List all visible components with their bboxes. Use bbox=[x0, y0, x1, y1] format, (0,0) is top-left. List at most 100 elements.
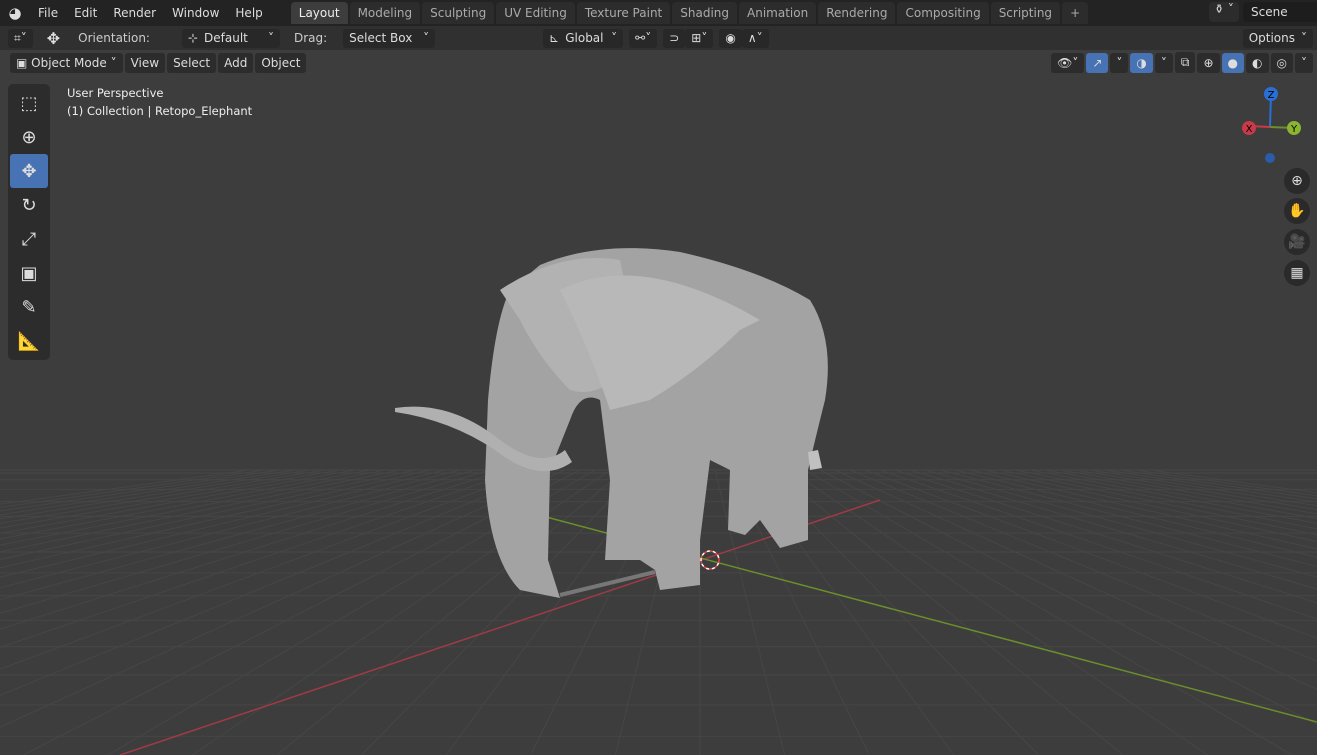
rotate-tool-icon[interactable]: ↻ bbox=[10, 188, 48, 222]
tab-shading[interactable]: Shading bbox=[672, 2, 737, 24]
navigation-gizmo[interactable]: Z Y X bbox=[1242, 87, 1301, 163]
rendered-shading-icon[interactable]: ◎ bbox=[1270, 52, 1293, 73]
menu-view[interactable]: View bbox=[124, 52, 166, 73]
gizmo-dropdown[interactable]: ˅ bbox=[1110, 52, 1129, 73]
grid-line bbox=[0, 469, 401, 553]
tab-texture-paint[interactable]: Texture Paint bbox=[576, 2, 671, 24]
drag-dropdown[interactable]: Select Box ˅ bbox=[343, 28, 436, 48]
move-tool-icon: ✥ bbox=[46, 28, 61, 48]
select-box-tool-icon[interactable]: ⬚ bbox=[10, 86, 48, 120]
active-object-info: (1) Collection | Retopo_Elephant bbox=[67, 104, 253, 118]
menu-window[interactable]: Window bbox=[164, 6, 227, 20]
menu-select[interactable]: Select bbox=[167, 52, 217, 73]
grid-line bbox=[0, 469, 491, 614]
scene-icon[interactable]: ⚱ ˅ bbox=[1209, 2, 1239, 22]
tool-shelf: ⬚ ⊕ ✥ ↻ ⤢ ▣ ✎ 📐 bbox=[8, 84, 50, 360]
scene-name-field[interactable]: Scene bbox=[1243, 2, 1317, 22]
zoom-view-icon[interactable]: ⊕ bbox=[1284, 168, 1310, 194]
grid-line bbox=[789, 469, 1208, 755]
pan-view-hand-icon[interactable]: ✋ bbox=[1284, 198, 1310, 224]
orientation-icon: ⊹ bbox=[187, 31, 199, 45]
tool-settings-dropdown[interactable]: ⌗˅ bbox=[8, 28, 33, 48]
top-bar: ◕ File Edit Render Window Help Layout Mo… bbox=[0, 0, 1317, 26]
tab-modeling[interactable]: Modeling bbox=[349, 2, 421, 24]
gizmo-y-label: Y bbox=[1290, 124, 1298, 135]
scale-tool-icon[interactable]: ⤢ bbox=[10, 222, 48, 256]
menu-add[interactable]: Add bbox=[218, 52, 254, 73]
gizmo-z-label: Z bbox=[1268, 90, 1275, 101]
tab-uv-editing[interactable]: UV Editing bbox=[496, 2, 575, 24]
tab-layout[interactable]: Layout bbox=[290, 2, 348, 24]
menu-file[interactable]: File bbox=[30, 6, 66, 20]
scene-selector: ⚱ ˅ Scene bbox=[1209, 2, 1317, 22]
orientation-label: Orientation: bbox=[78, 31, 150, 45]
drag-value: Select Box bbox=[349, 31, 413, 45]
tab-animation[interactable]: Animation bbox=[739, 2, 817, 24]
workspace-tabs: Layout Modeling Sculpting UV Editing Tex… bbox=[290, 2, 1090, 24]
grid-line bbox=[984, 469, 1317, 543]
grid-line bbox=[0, 469, 566, 728]
xray-toggle-icon[interactable]: ⧉ bbox=[1174, 52, 1196, 73]
grid-line bbox=[0, 469, 371, 540]
grid-line bbox=[969, 469, 1317, 550]
grid-line bbox=[954, 469, 1317, 558]
move-tool-button-icon[interactable]: ✥ bbox=[10, 154, 48, 188]
proportional-editing-toggle[interactable]: ◉ bbox=[719, 28, 742, 48]
drag-label: Drag: bbox=[293, 31, 328, 45]
annotate-tool-icon[interactable]: ✎ bbox=[10, 290, 48, 324]
menu-edit[interactable]: Edit bbox=[66, 6, 105, 20]
grid-line bbox=[0, 469, 521, 648]
overlay-dropdown[interactable]: ˅ bbox=[1154, 52, 1173, 73]
shading-dropdown[interactable]: ˅ bbox=[1295, 52, 1313, 73]
tab-compositing[interactable]: Compositing bbox=[897, 2, 989, 24]
mode-dropdown[interactable]: ▣ Object Mode ˅ bbox=[10, 52, 123, 73]
add-workspace-button[interactable]: + bbox=[1062, 2, 1089, 24]
viewport-header: ▣ Object Mode ˅ View Select Add Object 👁… bbox=[0, 50, 1317, 75]
gizmo-toggle-icon[interactable]: ↗ bbox=[1086, 52, 1109, 73]
tool-header: ⌗˅ ✥ Orientation: ⊹ Default ˅ Drag: Select… bbox=[0, 26, 1317, 50]
transform-orientation-dropdown[interactable]: ⊾ Global ˅ bbox=[543, 28, 624, 48]
grid-line bbox=[0, 469, 326, 524]
perspective-toggle-grid-icon[interactable]: ▦ bbox=[1284, 260, 1310, 286]
grid-line bbox=[0, 469, 311, 520]
options-label: Options bbox=[1248, 31, 1295, 45]
viewport-info: User Perspective (1) Collection | Retopo… bbox=[67, 84, 252, 120]
grid-line bbox=[276, 469, 626, 755]
options-dropdown[interactable]: Options ˅ bbox=[1242, 28, 1313, 48]
pivot-point-dropdown[interactable]: ⚯˅ bbox=[629, 28, 658, 48]
menu-render[interactable]: Render bbox=[105, 6, 164, 20]
orientation-value: Default bbox=[204, 31, 248, 45]
orientation-dropdown[interactable]: ⊹ Default ˅ bbox=[181, 28, 280, 48]
menu-help[interactable]: Help bbox=[227, 6, 270, 20]
cursor-tool-icon[interactable]: ⊕ bbox=[10, 120, 48, 154]
grid-line bbox=[0, 469, 461, 589]
transform-axes-icon: ⊾ bbox=[549, 31, 560, 45]
solid-shading-icon[interactable]: ● bbox=[1221, 52, 1245, 73]
grid-line bbox=[804, 469, 1293, 755]
proportional-falloff-dropdown[interactable]: ∧˅ bbox=[741, 28, 769, 48]
snap-target-dropdown[interactable]: ⊞˅ bbox=[685, 28, 714, 48]
overlay-toggle-icon[interactable]: ◑ bbox=[1130, 52, 1153, 73]
grid-line bbox=[774, 469, 1124, 755]
grid-line bbox=[1014, 469, 1317, 530]
grid-line bbox=[0, 469, 551, 696]
material-shading-icon[interactable]: ◐ bbox=[1246, 52, 1269, 73]
tab-scripting[interactable]: Scripting bbox=[990, 2, 1061, 24]
visibility-dropdown[interactable]: 👁˅ bbox=[1051, 52, 1085, 73]
tab-sculpting[interactable]: Sculpting bbox=[422, 2, 495, 24]
transform-orientation-value: Global bbox=[565, 31, 604, 45]
view-name: User Perspective bbox=[67, 86, 164, 100]
menu-object[interactable]: Object bbox=[255, 52, 307, 73]
grid-line bbox=[1029, 469, 1317, 524]
elephant-mesh[interactable] bbox=[395, 248, 828, 599]
grid-line bbox=[819, 469, 1317, 725]
measure-tool-icon[interactable]: 📐 bbox=[10, 324, 48, 358]
tab-rendering[interactable]: Rendering bbox=[818, 2, 896, 24]
snap-toggle[interactable]: ⊃ bbox=[663, 28, 686, 48]
camera-view-icon[interactable]: 🎥 bbox=[1284, 229, 1310, 255]
gizmo-x-label: X bbox=[1246, 124, 1253, 135]
blender-logo-icon[interactable]: ◕ bbox=[0, 4, 30, 22]
wireframe-shading-icon[interactable]: ⊕ bbox=[1197, 52, 1220, 73]
transform-tool-icon[interactable]: ▣ bbox=[10, 256, 48, 290]
grid-line bbox=[909, 469, 1317, 590]
